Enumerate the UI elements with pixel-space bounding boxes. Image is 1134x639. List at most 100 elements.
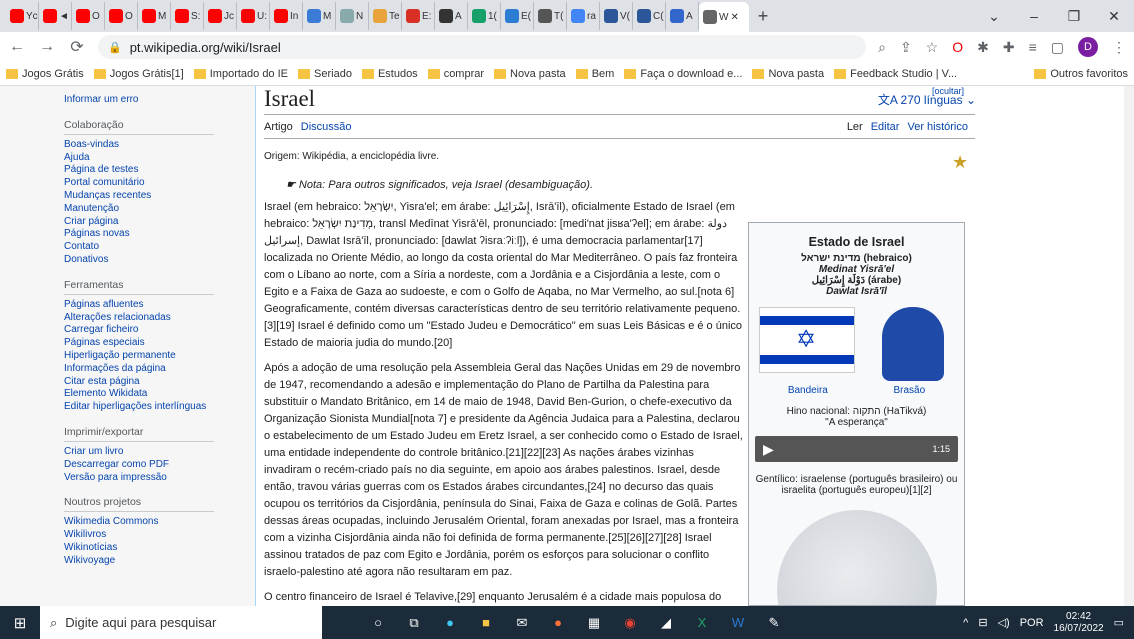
excel-icon[interactable]: X bbox=[686, 609, 718, 637]
sidebar-item[interactable]: Contato bbox=[64, 241, 255, 254]
bookmark-item[interactable]: Bem bbox=[575, 68, 614, 80]
view-tab[interactable]: Ver histórico bbox=[907, 121, 968, 133]
network-icon[interactable]: ⊟ bbox=[978, 616, 987, 629]
share-icon[interactable]: ⇪ bbox=[900, 39, 912, 56]
bookmark-item[interactable]: Estudos bbox=[361, 68, 418, 80]
firefox-icon[interactable]: ● bbox=[542, 609, 574, 637]
sidebar-item[interactable]: Wikimedia Commons bbox=[64, 516, 255, 529]
sidebar-item[interactable]: Carregar ficheiro bbox=[64, 324, 255, 337]
tab-search-icon[interactable]: ⌄ bbox=[974, 8, 1014, 25]
sidebar-item[interactable]: Boas-vindas bbox=[64, 139, 255, 152]
browser-tab[interactable]: A bbox=[666, 2, 699, 30]
flag-caption[interactable]: Bandeira bbox=[788, 385, 828, 396]
sidebar-item[interactable]: Elemento Wikidata bbox=[64, 388, 255, 401]
bookmark-item[interactable]: comprar bbox=[427, 68, 484, 80]
sidebar-item[interactable]: Donativos bbox=[64, 254, 255, 267]
sidebar-item[interactable]: Criar página bbox=[64, 216, 255, 229]
browser-tab[interactable]: N bbox=[336, 2, 369, 30]
bookmark-item[interactable]: Faça o download e... bbox=[624, 68, 742, 80]
sidebar-item[interactable]: Manutenção bbox=[64, 203, 255, 216]
sidebar-item[interactable]: Citar esta página bbox=[64, 376, 255, 389]
bookmark-item[interactable]: Jogos Grátis[1] bbox=[93, 68, 184, 80]
paint-icon[interactable]: ✎ bbox=[758, 609, 790, 637]
browser-tab[interactable]: ra bbox=[567, 2, 600, 30]
sidebar-item[interactable]: Versão para impressão bbox=[64, 472, 255, 485]
app-icon[interactable]: ◢ bbox=[650, 609, 682, 637]
bookmark-item[interactable]: Nova pasta bbox=[494, 68, 566, 80]
explorer-icon[interactable]: ■ bbox=[470, 609, 502, 637]
minimize-button[interactable]: – bbox=[1014, 8, 1054, 24]
browser-tab[interactable]: O bbox=[105, 2, 138, 30]
forward-icon[interactable]: → bbox=[38, 38, 56, 56]
sidebar-item[interactable]: Descarregar como PDF bbox=[64, 459, 255, 472]
puzzle-icon[interactable]: ✚ bbox=[1003, 39, 1015, 56]
sidebar-item[interactable]: Ajuda bbox=[64, 152, 255, 165]
notification-icon[interactable]: ▭ bbox=[1114, 616, 1124, 629]
sidebar-item[interactable]: Editar hiperligações interlínguas bbox=[64, 401, 255, 414]
audio-player[interactable]: ▶ 1:15 bbox=[755, 436, 958, 462]
sidepanel-icon[interactable]: ▢ bbox=[1051, 39, 1064, 56]
profile-avatar[interactable]: D bbox=[1078, 37, 1098, 57]
opera-extension-icon[interactable]: O bbox=[952, 39, 963, 55]
windows-start-icon[interactable]: ⊞ bbox=[0, 614, 40, 632]
extension-icon[interactable]: ✱ bbox=[977, 39, 989, 56]
sidebar-item[interactable]: Mudanças recentes bbox=[64, 190, 255, 203]
sidebar-item[interactable]: Portal comunitário bbox=[64, 177, 255, 190]
edge-icon[interactable]: ● bbox=[434, 609, 466, 637]
page-scrollbar[interactable] bbox=[1124, 86, 1134, 606]
bookmark-item[interactable]: Feedback Studio | V... bbox=[834, 68, 957, 80]
new-tab-button[interactable]: + bbox=[749, 2, 777, 30]
back-icon[interactable]: ← bbox=[8, 38, 26, 56]
sidebar-item[interactable]: Páginas novas bbox=[64, 228, 255, 241]
sidebar-item[interactable]: Alterações relacionadas bbox=[64, 312, 255, 325]
browser-tab[interactable]: ◄ bbox=[39, 2, 72, 30]
sidebar-item[interactable]: Páginas afluentes bbox=[64, 299, 255, 312]
play-icon[interactable]: ▶ bbox=[763, 441, 774, 458]
article-tab[interactable]: Discussão bbox=[301, 121, 352, 133]
sidebar-item[interactable]: Criar um livro bbox=[64, 446, 255, 459]
sidebar-item[interactable]: Páginas especiais bbox=[64, 337, 255, 350]
browser-tab[interactable]: V( bbox=[600, 2, 633, 30]
bookmark-item[interactable]: Outros favoritos bbox=[1034, 68, 1128, 80]
browser-tab[interactable]: M bbox=[138, 2, 171, 30]
store-icon[interactable]: ▦ bbox=[578, 609, 610, 637]
browser-tab[interactable]: E( bbox=[501, 2, 534, 30]
browser-tab[interactable]: E: bbox=[402, 2, 435, 30]
browser-tab[interactable]: In bbox=[270, 2, 303, 30]
browser-tab[interactable]: O bbox=[72, 2, 105, 30]
browser-tab[interactable]: Jc bbox=[204, 2, 237, 30]
emblem-caption[interactable]: Brasão bbox=[893, 385, 925, 396]
emblem-image[interactable] bbox=[882, 307, 944, 381]
sidebar-report-error[interactable]: Informar um erro bbox=[64, 94, 255, 107]
flag-image[interactable]: ✡ bbox=[759, 307, 855, 373]
tab-active[interactable]: W ✕ bbox=[699, 2, 749, 32]
bookmark-item[interactable]: Seriado bbox=[298, 68, 352, 80]
reload-icon[interactable]: ⟳ bbox=[68, 37, 86, 57]
browser-tab[interactable]: M bbox=[303, 2, 336, 30]
word-icon[interactable]: W bbox=[722, 609, 754, 637]
language-indicator[interactable]: POR bbox=[1020, 617, 1044, 629]
sidebar-item[interactable]: Wikilivros bbox=[64, 529, 255, 542]
mail-icon[interactable]: ✉ bbox=[506, 609, 538, 637]
menu-icon[interactable]: ⋮ bbox=[1112, 39, 1126, 56]
chrome-icon[interactable]: ◉ bbox=[614, 609, 646, 637]
bookmark-item[interactable]: Nova pasta bbox=[752, 68, 824, 80]
bookmark-star-icon[interactable]: ☆ bbox=[926, 39, 939, 56]
sidebar-item[interactable]: Página de testes bbox=[64, 164, 255, 177]
tray-chevron-icon[interactable]: ^ bbox=[963, 617, 968, 629]
taskbar-search[interactable]: ⌕ Digite aqui para pesquisar bbox=[40, 606, 322, 639]
browser-tab[interactable]: 1( bbox=[468, 2, 501, 30]
task-view-icon[interactable]: ⧉ bbox=[398, 609, 430, 637]
browser-tab[interactable]: Yc bbox=[6, 2, 39, 30]
bookmark-item[interactable]: Importado do IE bbox=[193, 68, 288, 80]
browser-tab[interactable]: C( bbox=[633, 2, 666, 30]
sidebar-item[interactable]: Hiperligação permanente bbox=[64, 350, 255, 363]
view-tab[interactable]: Editar bbox=[871, 121, 900, 133]
maximize-button[interactable]: ❐ bbox=[1054, 8, 1094, 25]
address-bar[interactable]: 🔒 pt.wikipedia.org/wiki/Israel bbox=[98, 35, 867, 59]
browser-tab[interactable]: Te bbox=[369, 2, 402, 30]
hide-link[interactable]: [ocultar] bbox=[932, 86, 964, 96]
volume-icon[interactable]: ◁) bbox=[998, 616, 1010, 629]
browser-tab[interactable]: S: bbox=[171, 2, 204, 30]
view-tab[interactable]: Ler bbox=[847, 121, 863, 133]
